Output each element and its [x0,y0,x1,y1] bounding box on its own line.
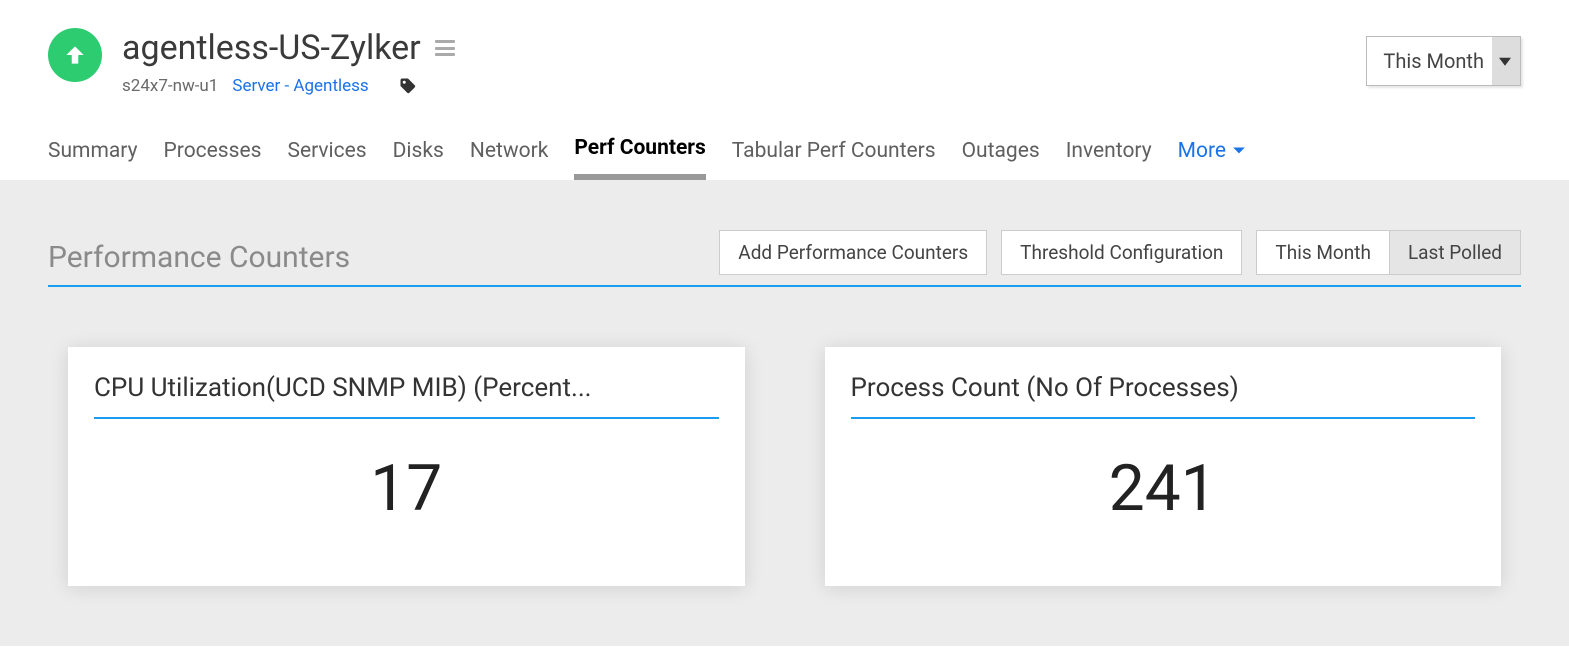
section-actions: Add Performance Counters Threshold Confi… [719,230,1521,275]
toggle-last-polled[interactable]: Last Polled [1389,231,1520,274]
counter-card: CPU Utilization(UCD SNMP MIB) (Percent..… [68,347,745,586]
more-label: More [1178,139,1226,163]
section-header: Performance Counters Add Performance Cou… [48,230,1521,287]
counter-card-title: CPU Utilization(UCD SNMP MIB) (Percent..… [94,373,719,419]
counter-card-value: 17 [94,451,719,526]
server-type-link[interactable]: Server - Agentless [232,76,368,96]
tab-more[interactable]: More [1178,139,1246,177]
tab-services[interactable]: Services [287,139,366,177]
tab-processes[interactable]: Processes [164,139,262,177]
sub-row: s24x7-nw-u1 Server - Agentless [122,76,455,96]
tab-perf-counters[interactable]: Perf Counters [574,136,705,180]
tab-disks[interactable]: Disks [393,139,444,177]
counter-card-title: Process Count (No Of Processes) [851,373,1476,419]
chevron-down-icon [1232,146,1246,156]
tag-icon[interactable] [399,77,417,95]
section-title: Performance Counters [48,240,350,275]
title-row: agentless-US-Zylker [122,28,455,68]
tab-tabular-perf-counters[interactable]: Tabular Perf Counters [732,139,936,177]
hamburger-icon[interactable] [435,40,455,56]
time-range-value: This Month [1383,49,1484,73]
tab-network[interactable]: Network [470,139,549,177]
threshold-config-button[interactable]: Threshold Configuration [1001,230,1242,275]
toggle-this-month[interactable]: This Month [1257,231,1389,274]
host-id: s24x7-nw-u1 [122,76,218,96]
time-range-select[interactable]: This Month [1366,36,1521,86]
tab-inventory[interactable]: Inventory [1066,139,1152,177]
title-block: agentless-US-Zylker s24x7-nw-u1 Server -… [122,28,455,96]
header: agentless-US-Zylker s24x7-nw-u1 Server -… [0,0,1569,96]
tabs: Summary Processes Services Disks Network Perf… [0,96,1569,180]
header-left: agentless-US-Zylker s24x7-nw-u1 Server -… [48,28,455,96]
content: Performance Counters Add Performance Cou… [0,180,1569,646]
counter-card-value: 241 [851,451,1476,526]
page-title: agentless-US-Zylker [122,28,421,68]
toggle-group: This Month Last Polled [1256,230,1521,275]
tab-outages[interactable]: Outages [962,139,1040,177]
cards: CPU Utilization(UCD SNMP MIB) (Percent..… [48,347,1521,586]
tab-summary[interactable]: Summary [48,139,138,177]
counter-card: Process Count (No Of Processes) 241 [825,347,1502,586]
add-perf-counters-button[interactable]: Add Performance Counters [719,230,987,275]
status-up-icon [48,28,102,82]
